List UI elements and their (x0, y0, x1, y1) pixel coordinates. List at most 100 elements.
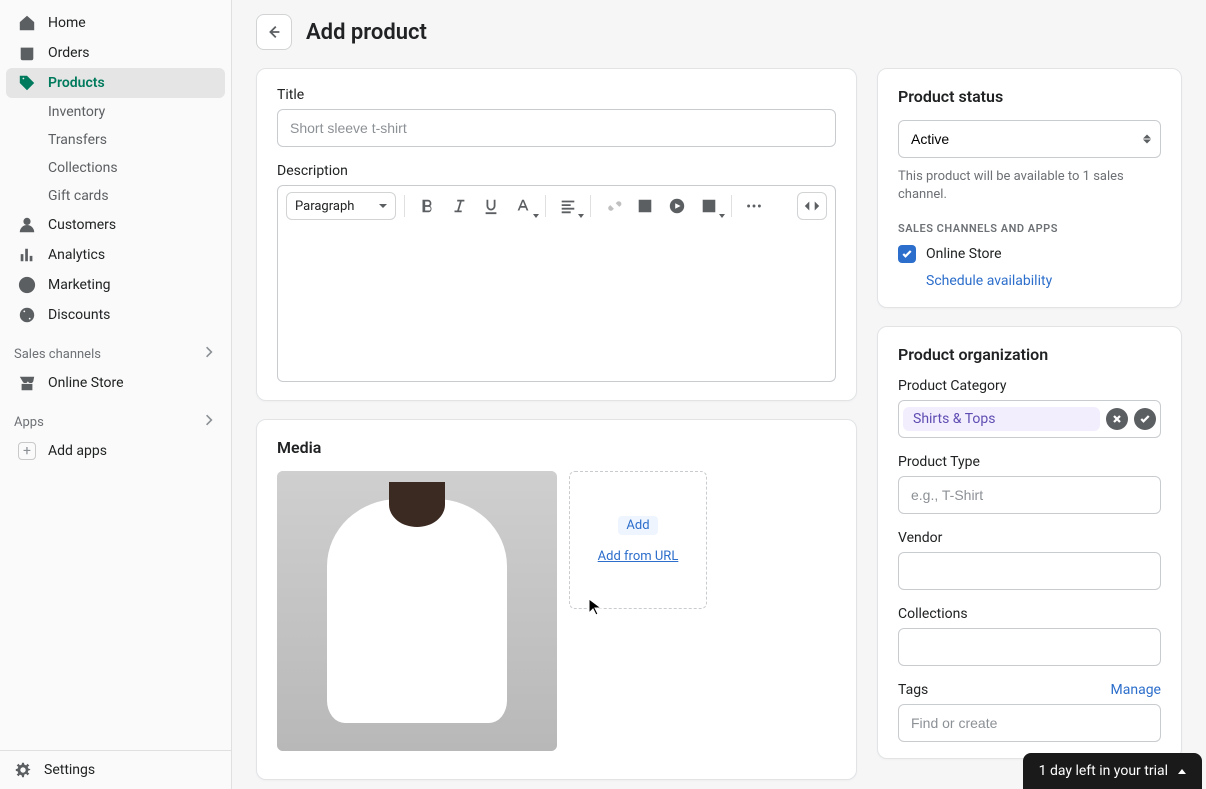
category-label: Product Category (898, 378, 1161, 394)
nav-home-label: Home (48, 15, 86, 31)
media-thumbnail[interactable] (277, 471, 557, 751)
back-button[interactable] (256, 14, 292, 50)
media-dropzone[interactable]: Add Add from URL (569, 471, 707, 609)
category-clear-button[interactable] (1106, 408, 1128, 430)
nav-products-label: Products (48, 75, 105, 91)
nav-gift-cards[interactable]: Gift cards (6, 182, 225, 210)
online-store-label: Online Store (926, 246, 1002, 262)
main-content: Add product Title Description Paragraph (232, 0, 1206, 789)
check-icon (901, 248, 913, 260)
rte-paragraph-select[interactable]: Paragraph (286, 192, 396, 220)
nav-online-store[interactable]: Online Store (6, 368, 225, 398)
rte-bold[interactable] (413, 192, 441, 220)
nav-customers[interactable]: Customers (6, 210, 225, 240)
products-icon (18, 74, 36, 92)
arrow-left-icon (265, 23, 283, 41)
rte-table[interactable] (695, 192, 723, 220)
title-label: Title (277, 87, 836, 103)
media-add-from-url[interactable]: Add from URL (598, 549, 679, 564)
trial-banner[interactable]: 1 day left in your trial (1023, 753, 1202, 789)
nav-discounts-label: Discounts (48, 307, 110, 323)
nav-marketing-label: Marketing (48, 277, 111, 293)
store-icon (18, 374, 36, 392)
collections-input[interactable] (898, 628, 1161, 666)
rte-link[interactable] (599, 192, 627, 220)
rte-toolbar: Paragraph (277, 185, 836, 226)
title-description-card: Title Description Paragraph (256, 68, 857, 401)
apps-heading: Apps (0, 398, 231, 436)
orders-icon (18, 44, 36, 62)
tags-input[interactable] (898, 704, 1161, 742)
description-label: Description (277, 163, 836, 179)
schedule-availability-link[interactable]: Schedule availability (926, 273, 1161, 289)
tags-label: Tags (898, 682, 928, 698)
org-heading: Product organization (898, 345, 1161, 364)
category-pill: Shirts & Tops (903, 407, 1100, 431)
vendor-input[interactable] (898, 552, 1161, 590)
nav-discounts[interactable]: Discounts (6, 300, 225, 330)
type-label: Product Type (898, 454, 1161, 470)
cursor-icon (588, 598, 602, 616)
rte-body[interactable] (277, 226, 836, 382)
nav-add-apps-label: Add apps (48, 443, 107, 459)
media-add-button[interactable]: Add (618, 516, 657, 535)
nav-settings[interactable]: Settings (0, 750, 231, 789)
status-select[interactable] (898, 120, 1161, 158)
category-confirm-button[interactable] (1134, 408, 1156, 430)
page-header: Add product (256, 14, 1182, 50)
status-hint: This product will be available to 1 sale… (898, 168, 1161, 204)
chevron-up-icon (1178, 769, 1186, 774)
nav-transfers[interactable]: Transfers (6, 126, 225, 154)
rte-italic[interactable] (445, 192, 473, 220)
vendor-label: Vendor (898, 530, 1161, 546)
nav-home[interactable]: Home (6, 8, 225, 38)
rte-align[interactable] (554, 192, 582, 220)
nav-orders-label: Orders (48, 45, 90, 61)
rte-image[interactable] (631, 192, 659, 220)
nav-settings-label: Settings (44, 762, 95, 778)
product-status-card: Product status This product will be avai… (877, 68, 1182, 308)
category-input[interactable]: Shirts & Tops (898, 400, 1161, 438)
rte-underline[interactable] (477, 192, 505, 220)
tags-manage-link[interactable]: Manage (1111, 682, 1161, 698)
nav-customers-label: Customers (48, 217, 116, 233)
online-store-checkbox[interactable] (898, 245, 916, 263)
rte-text-color[interactable] (509, 192, 537, 220)
sales-channels-heading: Sales channels (0, 330, 231, 368)
analytics-icon (18, 246, 36, 264)
gear-icon (14, 761, 32, 779)
plus-icon: + (18, 442, 36, 460)
nav-inventory[interactable]: Inventory (6, 98, 225, 126)
rte-more[interactable] (740, 192, 768, 220)
media-heading: Media (277, 438, 836, 457)
nav-products[interactable]: Products (6, 68, 225, 98)
customers-icon (18, 216, 36, 234)
nav-marketing[interactable]: Marketing (6, 270, 225, 300)
chevron-down-icon (379, 204, 387, 208)
nav-online-store-label: Online Store (48, 375, 124, 391)
trial-text: 1 day left in your trial (1039, 763, 1168, 779)
chevron-right-icon[interactable] (201, 412, 217, 432)
discounts-icon (18, 306, 36, 324)
online-store-check-row: Online Store (898, 245, 1161, 263)
collections-label: Collections (898, 606, 1161, 622)
nav-analytics[interactable]: Analytics (6, 240, 225, 270)
title-input[interactable] (277, 109, 836, 147)
marketing-icon (18, 276, 36, 294)
status-heading: Product status (898, 87, 1161, 106)
nav-orders[interactable]: Orders (6, 38, 225, 68)
media-card: Media Add Add from URL (256, 419, 857, 780)
sidebar: Home Orders Products Inventory Transfers… (0, 0, 232, 789)
nav-collections[interactable]: Collections (6, 154, 225, 182)
nav-add-apps[interactable]: + Add apps (6, 436, 225, 466)
chevron-right-icon[interactable] (201, 344, 217, 364)
type-input[interactable] (898, 476, 1161, 514)
product-organization-card: Product organization Product Category Sh… (877, 326, 1182, 759)
rte-video[interactable] (663, 192, 691, 220)
page-title: Add product (306, 20, 427, 45)
nav-analytics-label: Analytics (48, 247, 105, 263)
rte-html-view[interactable] (797, 192, 827, 220)
select-caret-icon (1143, 135, 1151, 144)
sales-channels-subheading: SALES CHANNELS AND APPS (898, 222, 1161, 235)
home-icon (18, 14, 36, 32)
